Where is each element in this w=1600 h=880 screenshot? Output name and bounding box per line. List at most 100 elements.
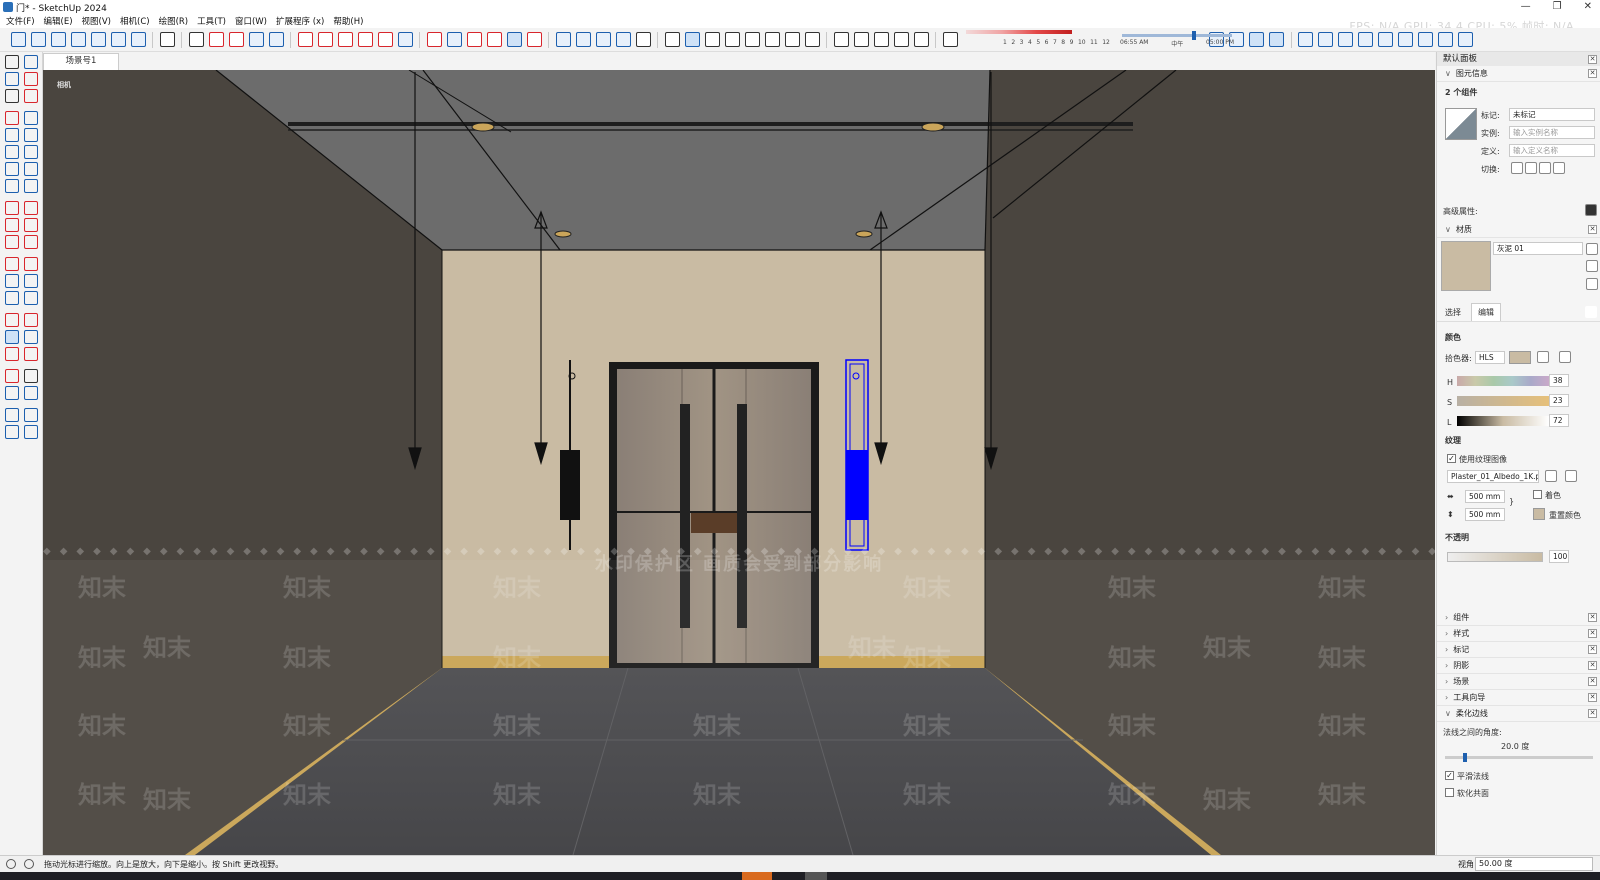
- texture-height-field[interactable]: 500 mm: [1465, 508, 1505, 521]
- menu-camera[interactable]: 相机(C): [120, 15, 150, 27]
- wireframe-icon[interactable]: [575, 32, 591, 47]
- sandbox-contours-icon[interactable]: [5, 408, 19, 422]
- freehand-icon[interactable]: [24, 111, 38, 125]
- lightness-slider[interactable]: [1457, 416, 1549, 426]
- zoom-window-icon[interactable]: [24, 330, 38, 344]
- account-icon[interactable]: [913, 32, 929, 47]
- paint-icon[interactable]: [1586, 243, 1598, 255]
- close-icon[interactable]: ✕: [1588, 645, 1597, 654]
- texture-file-field[interactable]: Plaster_01_Albedo_1K.png: [1447, 470, 1539, 483]
- shadows-section[interactable]: › 阴影 ✕: [1437, 658, 1600, 674]
- scene-tab-1[interactable]: 场景号1: [43, 53, 119, 70]
- opacity-slider[interactable]: [1447, 552, 1543, 562]
- match-photo-icon[interactable]: [684, 32, 700, 47]
- user-icon[interactable]: [635, 32, 651, 47]
- menu-tools[interactable]: 工具(T): [197, 15, 226, 27]
- smooth-normals-checkbox[interactable]: ✓: [1445, 771, 1454, 780]
- stamp-tool-icon[interactable]: [5, 425, 19, 439]
- month-slider-track[interactable]: [966, 29, 1072, 34]
- drape-icon[interactable]: [1338, 32, 1353, 47]
- lock-icon[interactable]: [1525, 162, 1537, 174]
- visibility-eye-icon[interactable]: [1511, 162, 1523, 174]
- back-view-icon[interactable]: [90, 32, 106, 47]
- scale-icon[interactable]: [377, 32, 393, 47]
- left-view-icon[interactable]: [110, 32, 126, 47]
- materials-header[interactable]: ∨ 材质 ✕: [1437, 222, 1600, 238]
- display-section-icon[interactable]: [1269, 32, 1284, 47]
- close-icon[interactable]: ✕: [1588, 661, 1597, 670]
- bottom-view-icon[interactable]: [130, 32, 146, 47]
- lasso-icon[interactable]: [24, 55, 38, 69]
- l-value-field[interactable]: 72: [1549, 414, 1569, 427]
- menu-help[interactable]: 帮助(H): [333, 15, 363, 27]
- orbit-tool-icon[interactable]: [5, 313, 19, 327]
- menu-extensions[interactable]: 扩展程序 (x): [276, 15, 324, 27]
- hidden-line-icon[interactable]: [595, 32, 611, 47]
- line-icon[interactable]: [5, 111, 19, 125]
- protractor-tool-icon[interactable]: [5, 274, 19, 288]
- offset-tool-icon[interactable]: [24, 235, 38, 249]
- select-icon[interactable]: [188, 32, 204, 47]
- gear-icon[interactable]: [833, 32, 849, 47]
- zoom-tool-icon[interactable]: [506, 32, 522, 47]
- styles-section[interactable]: › 样式 ✕: [1437, 626, 1600, 642]
- pan-icon[interactable]: [446, 32, 462, 47]
- pan-tool-icon[interactable]: [24, 313, 38, 327]
- rotate-tool-icon[interactable]: [5, 218, 19, 232]
- select-tool-icon[interactable]: [5, 55, 19, 69]
- zoom-extents-tool-icon[interactable]: [5, 347, 19, 361]
- section-plane-tool-icon[interactable]: [24, 386, 38, 400]
- entity-info-header[interactable]: ∨ 图元信息 ✕: [1437, 66, 1600, 82]
- reset-color-swatch[interactable]: [1533, 508, 1545, 520]
- menu-window[interactable]: 窗口(W): [235, 15, 267, 27]
- orbit-icon[interactable]: [426, 32, 442, 47]
- match-color-model-icon[interactable]: [1537, 351, 1549, 363]
- soften-coplanar-checkbox[interactable]: [1445, 788, 1454, 797]
- saturation-slider[interactable]: [1457, 396, 1549, 406]
- soften-edges-header[interactable]: ∨ 柔化边线 ✕: [1437, 706, 1600, 722]
- folder-icon[interactable]: [1545, 470, 1557, 482]
- menu-edit[interactable]: 编辑(E): [44, 15, 73, 27]
- components-section[interactable]: › 组件 ✕: [1437, 610, 1600, 626]
- settings-gear-icon[interactable]: [1458, 32, 1473, 47]
- sandbox-icon[interactable]: [1298, 32, 1313, 47]
- add-detail-icon[interactable]: [1398, 32, 1413, 47]
- eraser-icon[interactable]: [208, 32, 224, 47]
- warehouse-icon[interactable]: [664, 32, 680, 47]
- xray-icon[interactable]: [555, 32, 571, 47]
- model-viewport[interactable]: 相机 ◆◆◆◆◆◆◆◆◆◆◆◆◆◆◆◆◆◆◆◆◆◆◆◆◆◆◆◆◆◆◆◆◆◆◆◆◆…: [43, 70, 1435, 855]
- default-material-icon[interactable]: [1586, 278, 1598, 290]
- scenes-section[interactable]: › 场景 ✕: [1437, 674, 1600, 690]
- previous-view-icon[interactable]: [24, 347, 38, 361]
- wall-lamp-left[interactable]: [560, 450, 580, 520]
- walk-icon[interactable]: [24, 369, 38, 383]
- material-swatch[interactable]: [1441, 241, 1491, 291]
- rectangle-icon[interactable]: [268, 32, 284, 47]
- close-icon[interactable]: ✕: [1588, 69, 1597, 78]
- arc-icon[interactable]: [248, 32, 264, 47]
- colorize-checkbox[interactable]: [1533, 490, 1542, 499]
- eyedropper-icon[interactable]: [1585, 306, 1597, 318]
- taskbar-app[interactable]: [742, 872, 772, 880]
- push-pull-icon[interactable]: [297, 32, 313, 47]
- rotate-icon[interactable]: [357, 32, 373, 47]
- follow-me-tool-icon[interactable]: [24, 218, 38, 232]
- text-icon[interactable]: [24, 274, 38, 288]
- angle-slider-thumb[interactable]: [1463, 753, 1467, 762]
- front-view-icon[interactable]: [50, 32, 66, 47]
- picker-dropdown[interactable]: HLS: [1475, 351, 1505, 364]
- smoove-icon[interactable]: [1358, 32, 1373, 47]
- zoom-extents-icon[interactable]: [526, 32, 542, 47]
- create-material-icon[interactable]: [1586, 260, 1598, 272]
- menu-view[interactable]: 视图(V): [82, 15, 111, 27]
- scene-icon[interactable]: [853, 32, 869, 47]
- taskbar-app[interactable]: [805, 872, 827, 880]
- rectangle-tool-icon[interactable]: [5, 128, 19, 142]
- angle-slider[interactable]: [1445, 753, 1593, 762]
- match-color-screen-icon[interactable]: [1559, 351, 1571, 363]
- section-fill-icon[interactable]: [1249, 32, 1264, 47]
- info-icon[interactable]: [873, 32, 889, 47]
- opacity-value-field[interactable]: 100: [1549, 550, 1569, 563]
- pencil-icon[interactable]: [228, 32, 244, 47]
- stamp-icon[interactable]: [1318, 32, 1333, 47]
